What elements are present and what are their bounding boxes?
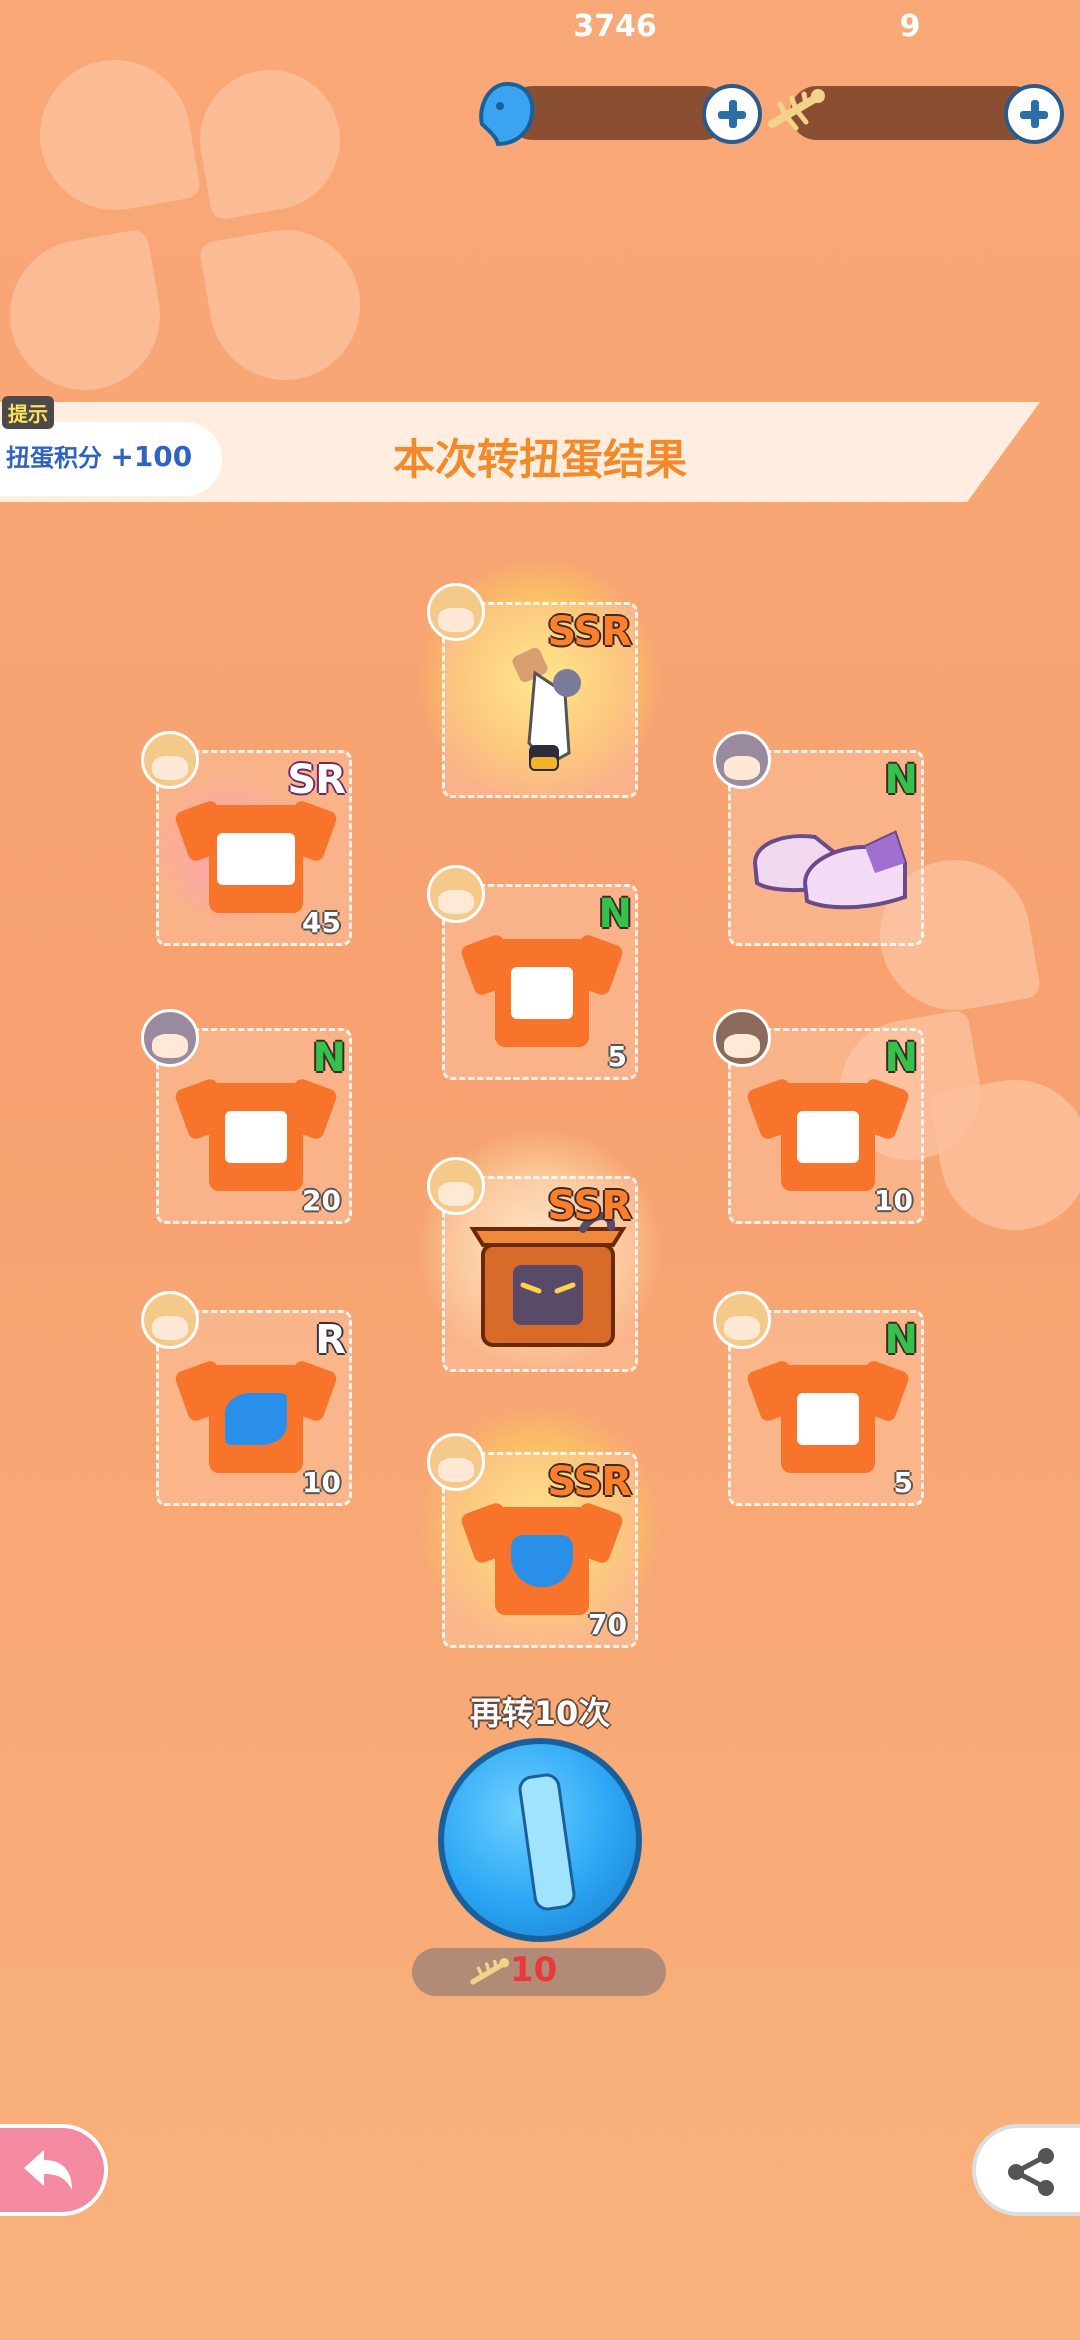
fishbone-icon [768,89,825,131]
item-card-r-shirt[interactable]: R 10 [141,1291,352,1506]
rarity-badge: N [598,891,632,937]
lever-icon [516,1771,578,1913]
item-quantity: 10 [302,1466,341,1499]
cat-avatar-icon [141,1291,199,1349]
cat-avatar-icon [427,583,485,641]
back-button[interactable] [0,2124,108,2216]
item-card-n-shirt[interactable]: N 20 [141,1009,352,1224]
tip-label: 提示 [2,396,54,429]
back-arrow-icon [24,2150,72,2190]
item-quantity: 70 [588,1608,627,1641]
item-card-ssr-box[interactable]: SSR [427,1157,638,1372]
rarity-badge: N [312,1035,346,1081]
cat-avatar-icon [141,731,199,789]
item-quantity: 45 [302,906,341,939]
cat-avatar-icon [427,865,485,923]
tip-text: 扭蛋积分 +100 [6,438,192,473]
tshirt-icon [745,1075,911,1193]
rarity-badge: R [315,1317,346,1363]
gem-icon [479,81,535,147]
tshirt-icon [745,1357,911,1475]
share-icon [1008,2148,1054,2196]
tshirt-icon [459,1499,625,1617]
fishbone-icon [470,1958,510,1985]
banner-title: 本次转扭蛋结果 [392,435,687,484]
figure-icon [512,647,581,771]
add-fishbone-button[interactable] [1004,84,1064,144]
rarity-badge: SR [287,757,346,803]
tshirt-icon [173,1075,339,1193]
respin-cost-value: 10 [510,1950,558,1990]
add-gem-button[interactable] [702,84,762,144]
rarity-badge: N [884,1317,918,1363]
tshirt-icon [173,1357,339,1475]
tip-text-label: 扭蛋积分 [6,444,102,472]
item-card-ssr-figure[interactable]: SSR [427,583,638,798]
cat-avatar-icon [427,1433,485,1491]
rarity-badge: SSR [547,1183,632,1229]
rarity-badge: N [884,1035,918,1081]
cat-avatar-icon [141,1009,199,1067]
item-quantity: 5 [607,1040,627,1073]
rarity-badge: N [884,757,918,803]
respin-button[interactable] [438,1738,642,1942]
item-card-sr-shirt[interactable]: SR 45 [141,731,352,946]
tshirt-icon [173,797,339,915]
share-button[interactable] [972,2124,1080,2216]
item-card-ssr-shirt[interactable]: SSR 70 [427,1433,638,1648]
gem-value: 3746 [573,9,657,44]
rarity-badge: SSR [547,609,632,655]
item-card-n-shirt[interactable]: N 5 [713,1291,924,1506]
rarity-badge: SSR [547,1459,632,1505]
tshirt-icon [459,931,625,1049]
item-card-n-shirt[interactable]: N 10 [713,1009,924,1224]
shoes-icon [752,830,907,910]
item-card-n-shirt[interactable]: N 5 [427,865,638,1080]
cat-avatar-icon [713,1291,771,1349]
cat-avatar-icon [713,731,771,789]
tip-value: +100 [110,440,193,473]
respin-label: 再转10次 [469,1694,611,1732]
fishbone-value: 9 [899,9,921,44]
cat-avatar-icon [713,1009,771,1067]
decor-clover-top-left [0,40,420,440]
item-card-n-shoes[interactable]: N [713,731,924,946]
item-quantity: 5 [893,1466,913,1499]
item-quantity: 10 [874,1184,913,1217]
item-quantity: 20 [302,1184,341,1217]
